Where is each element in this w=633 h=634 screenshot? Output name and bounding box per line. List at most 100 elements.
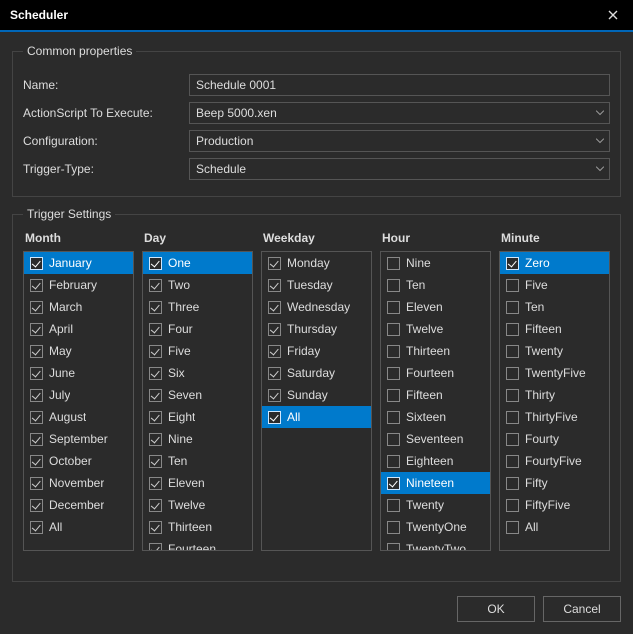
list-item[interactable]: Two — [143, 274, 252, 296]
list-item[interactable]: Tuesday — [262, 274, 371, 296]
checkbox-icon[interactable] — [268, 367, 281, 380]
cancel-button[interactable]: Cancel — [543, 596, 621, 622]
checkbox-icon[interactable] — [149, 411, 162, 424]
list-item[interactable]: Seven — [143, 384, 252, 406]
list-item[interactable]: ThirtyFive — [500, 406, 609, 428]
checkbox-icon[interactable] — [387, 323, 400, 336]
checkbox-icon[interactable] — [506, 389, 519, 402]
checkbox-icon[interactable] — [149, 455, 162, 468]
checkbox-icon[interactable] — [30, 433, 43, 446]
list-item[interactable]: Twelve — [381, 318, 490, 340]
trigger-type-select[interactable] — [189, 158, 610, 180]
minute-listbox[interactable]: ZeroFiveTenFifteenTwentyTwentyFiveThirty… — [499, 251, 610, 551]
list-item[interactable]: FourtyFive — [500, 450, 609, 472]
checkbox-icon[interactable] — [149, 433, 162, 446]
checkbox-icon[interactable] — [268, 257, 281, 270]
list-item[interactable]: TwentyTwo — [381, 538, 490, 550]
list-item[interactable]: Three — [143, 296, 252, 318]
list-item[interactable]: Fifteen — [500, 318, 609, 340]
list-item[interactable]: One — [143, 252, 252, 274]
checkbox-icon[interactable] — [30, 411, 43, 424]
checkbox-icon[interactable] — [506, 323, 519, 336]
list-item[interactable]: Five — [500, 274, 609, 296]
checkbox-icon[interactable] — [30, 477, 43, 490]
checkbox-icon[interactable] — [149, 389, 162, 402]
checkbox-icon[interactable] — [30, 301, 43, 314]
checkbox-icon[interactable] — [149, 257, 162, 270]
list-item[interactable]: Saturday — [262, 362, 371, 384]
checkbox-icon[interactable] — [387, 367, 400, 380]
list-item[interactable]: TwentyOne — [381, 516, 490, 538]
configuration-select[interactable] — [189, 130, 610, 152]
list-item[interactable]: Fourty — [500, 428, 609, 450]
checkbox-icon[interactable] — [506, 257, 519, 270]
checkbox-icon[interactable] — [387, 411, 400, 424]
list-item[interactable]: September — [24, 428, 133, 450]
list-item[interactable]: Thirteen — [381, 340, 490, 362]
list-item[interactable]: All — [262, 406, 371, 428]
list-item[interactable]: July — [24, 384, 133, 406]
checkbox-icon[interactable] — [30, 323, 43, 336]
list-item[interactable]: Twenty — [500, 340, 609, 362]
list-item[interactable]: Sixteen — [381, 406, 490, 428]
checkbox-icon[interactable] — [149, 477, 162, 490]
checkbox-icon[interactable] — [506, 301, 519, 314]
checkbox-icon[interactable] — [387, 257, 400, 270]
list-item[interactable]: April — [24, 318, 133, 340]
configuration-value[interactable] — [189, 130, 610, 152]
list-item[interactable]: Thirty — [500, 384, 609, 406]
trigger-type-value[interactable] — [189, 158, 610, 180]
list-item[interactable]: Zero — [500, 252, 609, 274]
checkbox-icon[interactable] — [30, 521, 43, 534]
checkbox-icon[interactable] — [387, 389, 400, 402]
list-item[interactable]: Fourteen — [143, 538, 252, 550]
list-item[interactable]: May — [24, 340, 133, 362]
list-item[interactable]: Ten — [143, 450, 252, 472]
list-item[interactable]: Sunday — [262, 384, 371, 406]
checkbox-icon[interactable] — [506, 367, 519, 380]
checkbox-icon[interactable] — [387, 279, 400, 292]
checkbox-icon[interactable] — [30, 367, 43, 380]
checkbox-icon[interactable] — [30, 455, 43, 468]
hour-listbox[interactable]: NineTenElevenTwelveThirteenFourteenFifte… — [380, 251, 491, 551]
ok-button[interactable]: OK — [457, 596, 535, 622]
checkbox-icon[interactable] — [30, 279, 43, 292]
list-item[interactable]: Ten — [381, 274, 490, 296]
actionscript-select[interactable] — [189, 102, 610, 124]
month-listbox[interactable]: JanuaryFebruaryMarchAprilMayJuneJulyAugu… — [23, 251, 134, 551]
checkbox-icon[interactable] — [506, 411, 519, 424]
checkbox-icon[interactable] — [149, 499, 162, 512]
checkbox-icon[interactable] — [506, 499, 519, 512]
checkbox-icon[interactable] — [506, 477, 519, 490]
checkbox-icon[interactable] — [506, 521, 519, 534]
list-item[interactable]: Six — [143, 362, 252, 384]
list-item[interactable]: Ten — [500, 296, 609, 318]
checkbox-icon[interactable] — [149, 323, 162, 336]
list-item[interactable]: January — [24, 252, 133, 274]
list-item[interactable]: November — [24, 472, 133, 494]
day-listbox[interactable]: OneTwoThreeFourFiveSixSevenEightNineTenE… — [142, 251, 253, 551]
checkbox-icon[interactable] — [268, 279, 281, 292]
list-item[interactable]: Twelve — [143, 494, 252, 516]
checkbox-icon[interactable] — [387, 521, 400, 534]
checkbox-icon[interactable] — [506, 279, 519, 292]
list-item[interactable]: March — [24, 296, 133, 318]
list-item[interactable]: Friday — [262, 340, 371, 362]
list-item[interactable]: Seventeen — [381, 428, 490, 450]
checkbox-icon[interactable] — [387, 433, 400, 446]
list-item[interactable]: Thirteen — [143, 516, 252, 538]
checkbox-icon[interactable] — [387, 301, 400, 314]
list-item[interactable]: Eleven — [143, 472, 252, 494]
checkbox-icon[interactable] — [149, 345, 162, 358]
checkbox-icon[interactable] — [149, 367, 162, 380]
name-input[interactable] — [189, 74, 610, 96]
list-item[interactable]: Thursday — [262, 318, 371, 340]
checkbox-icon[interactable] — [268, 323, 281, 336]
list-item[interactable]: Monday — [262, 252, 371, 274]
list-item[interactable]: Four — [143, 318, 252, 340]
list-item[interactable]: Nineteen — [381, 472, 490, 494]
checkbox-icon[interactable] — [268, 389, 281, 402]
checkbox-icon[interactable] — [387, 543, 400, 551]
list-item[interactable]: Five — [143, 340, 252, 362]
checkbox-icon[interactable] — [30, 345, 43, 358]
